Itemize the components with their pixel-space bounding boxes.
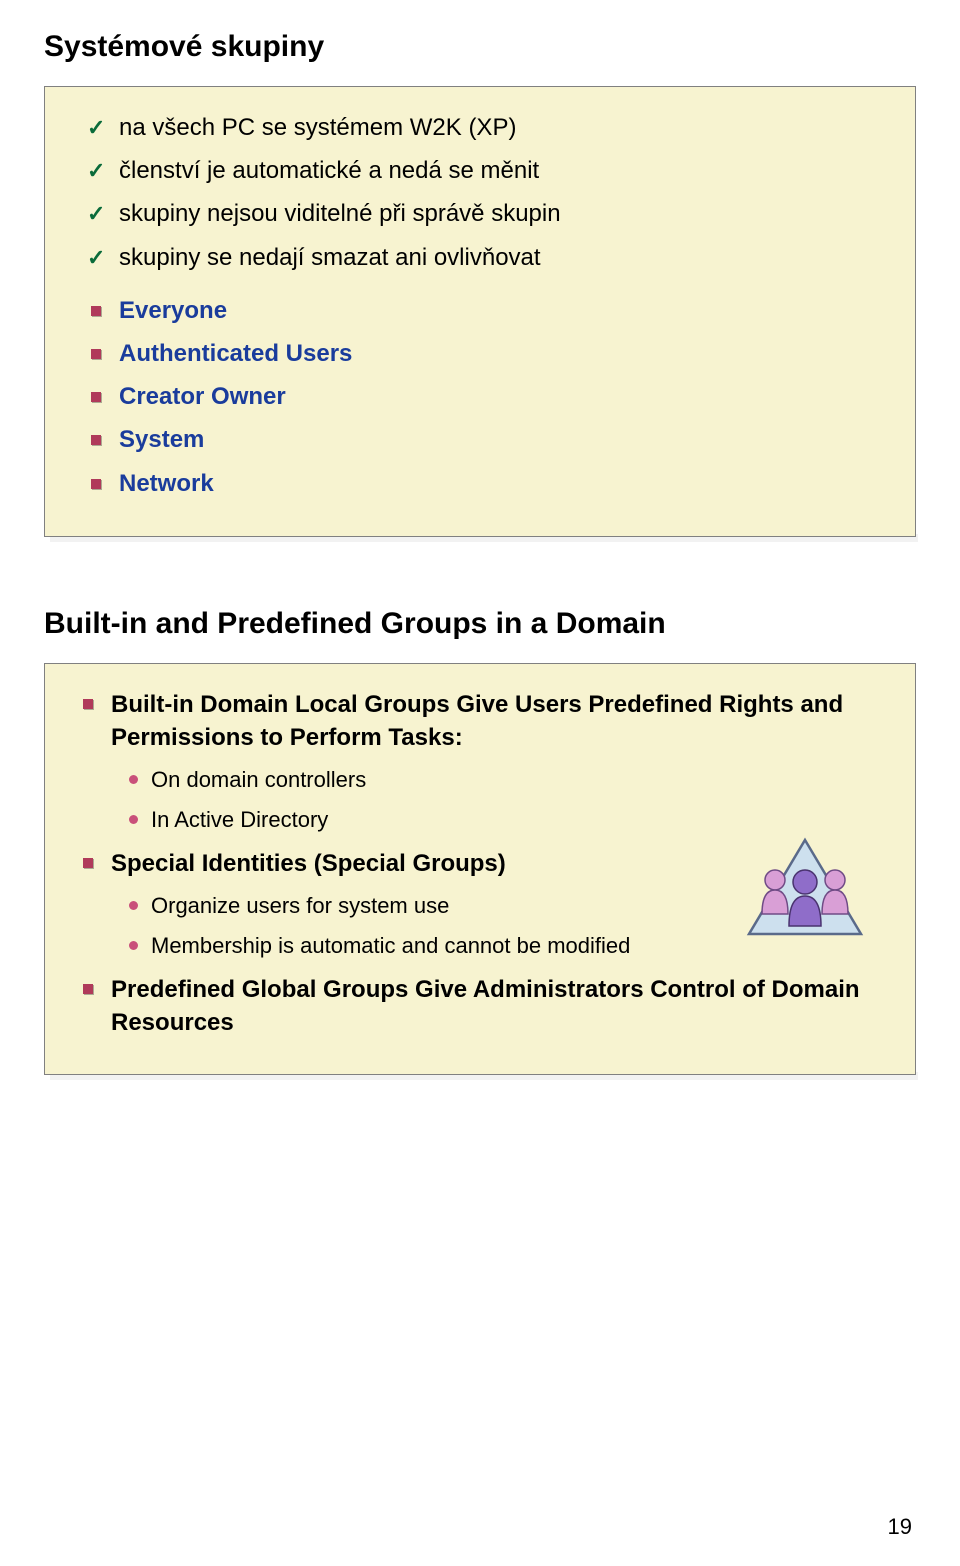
item-label: Predefined Global Groups Give Administra… xyxy=(111,976,860,1037)
dot-item: On domain controllers xyxy=(121,763,887,797)
dot-list: On domain controllers In Active Director… xyxy=(121,763,887,837)
slide1-title: Systémové skupiny xyxy=(44,30,920,64)
item-label: Special Identities (Special Groups) xyxy=(111,850,506,877)
check-item: skupiny se nedají smazat ani ovlivňovat xyxy=(73,239,887,276)
square-item: Authenticated Users xyxy=(73,335,887,372)
slide1-check-list: na všech PC se systémem W2K (XP) členstv… xyxy=(73,109,887,276)
slide2-panel: Built-in Domain Local Groups Give Users … xyxy=(44,663,916,1075)
check-item: na všech PC se systémem W2K (XP) xyxy=(73,109,887,146)
square-item: Predefined Global Groups Give Administra… xyxy=(73,973,887,1040)
dot-item: In Active Directory xyxy=(121,803,887,837)
square-item: System xyxy=(73,421,887,458)
square-item: Network xyxy=(73,465,887,502)
check-item: členství je automatické a nedá se měnit xyxy=(73,152,887,189)
square-item: Everyone xyxy=(73,292,887,329)
square-item: Creator Owner xyxy=(73,378,887,415)
group-people-icon xyxy=(745,834,865,944)
page-number: 19 xyxy=(888,1514,912,1540)
square-item: Built-in Domain Local Groups Give Users … xyxy=(73,688,887,837)
slide1-panel: na všech PC se systémem W2K (XP) členstv… xyxy=(44,86,916,537)
item-label: Built-in Domain Local Groups Give Users … xyxy=(111,691,843,752)
slide1-square-list: Everyone Authenticated Users Creator Own… xyxy=(73,292,887,502)
slide2-title: Built-in and Predefined Groups in a Doma… xyxy=(44,607,920,641)
check-item: skupiny nejsou viditelné při správě skup… xyxy=(73,195,887,232)
